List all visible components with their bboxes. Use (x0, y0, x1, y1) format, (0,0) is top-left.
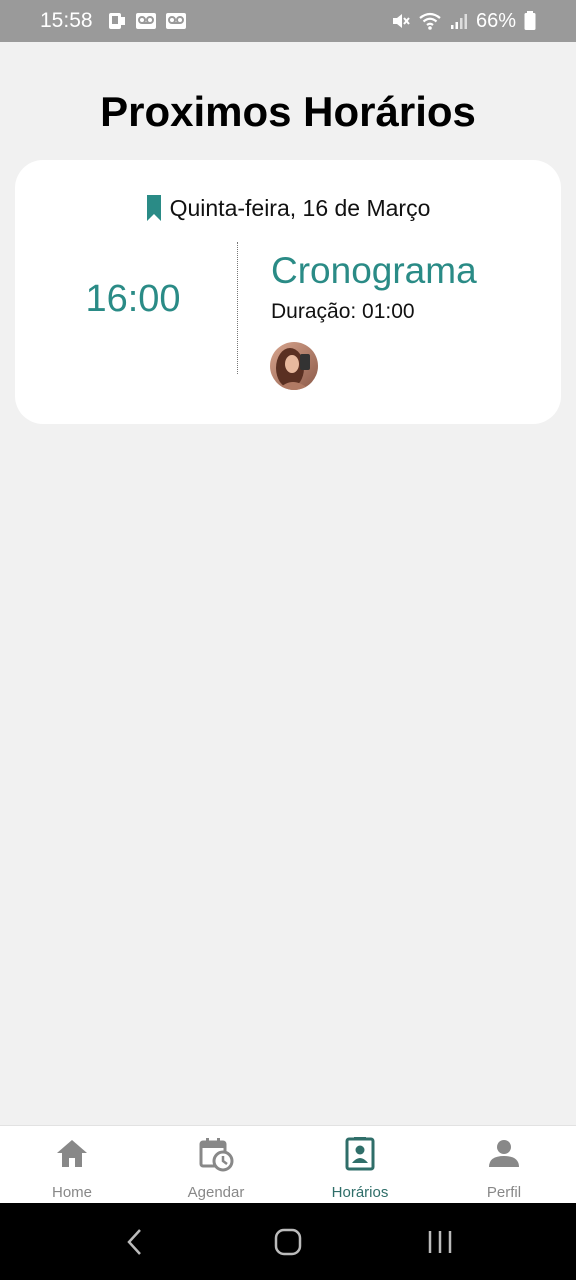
home-icon (57, 1140, 87, 1167)
nav-label-perfil: Perfil (486, 1184, 522, 1201)
status-right: 66% (390, 10, 536, 33)
nav-label-agendar: Agendar (187, 1184, 245, 1201)
notification-icon (108, 13, 125, 29)
status-time: 15:58 (40, 9, 93, 32)
battery-percentage: 66% (475, 9, 516, 32)
voicemail-icon (165, 13, 186, 29)
wifi-icon (419, 12, 441, 30)
home-button-icon[interactable] (273, 1227, 303, 1257)
card-divider (237, 242, 238, 374)
nav-item-horarios[interactable]: Horários (288, 1126, 432, 1203)
mute-icon (392, 14, 410, 28)
nav-label-home: Home (51, 1184, 92, 1201)
voicemail-icon (135, 13, 156, 29)
professional-avatar (270, 342, 318, 390)
nav-label-horarios: Horários (331, 1184, 389, 1201)
bookmark-icon (146, 195, 161, 221)
nav-item-perfil[interactable]: Perfil (432, 1126, 576, 1203)
appointment-date-row: Quinta-feira, 16 de Março (15, 194, 561, 222)
appointment-duration: Duração: 01:00 (271, 300, 415, 323)
appointment-card[interactable]: Quinta-feira, 16 de Março 16:00 Cronogra… (15, 160, 561, 424)
bottom-navigation: Home Agendar Horários Perfil (0, 1125, 576, 1203)
contact-book-icon (345, 1137, 375, 1171)
nav-item-home[interactable]: Home (0, 1126, 144, 1203)
recents-icon[interactable] (425, 1227, 455, 1257)
page-title: Proximos Horários (100, 88, 476, 135)
appointment-service: Cronograma (271, 250, 477, 291)
battery-icon (524, 11, 536, 30)
back-icon[interactable] (121, 1227, 151, 1257)
signal-icon (450, 14, 467, 29)
status-left: 15:58 (40, 9, 187, 33)
appointment-time: 16:00 (85, 278, 181, 320)
nav-item-agendar[interactable]: Agendar (144, 1126, 288, 1203)
appointment-date: Quinta-feira, 16 de Março (169, 194, 431, 221)
system-navigation-bar (0, 1203, 576, 1280)
person-icon (489, 1140, 519, 1167)
status-bar: 15:58 66% (0, 0, 576, 42)
calendar-clock-icon (199, 1138, 234, 1172)
